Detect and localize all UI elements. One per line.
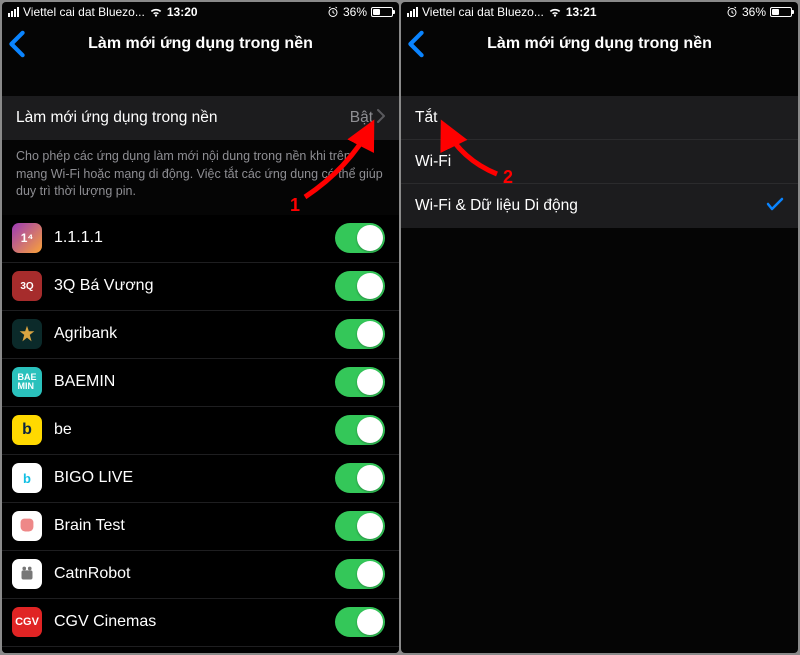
status-bar: Viettel cai dat Bluezo... 13:20 36% [2, 2, 399, 22]
nav-bar: Làm mới ứng dụng trong nền [2, 22, 399, 66]
wifi-icon [149, 6, 163, 18]
carrier-label: Viettel cai dat Bluezo... [23, 5, 145, 19]
option-row[interactable]: Wi-Fi [401, 140, 798, 184]
checkmark-icon [766, 197, 784, 216]
phone-right: Viettel cai dat Bluezo... 13:21 36% Làm … [401, 2, 798, 653]
chevron-right-icon [377, 109, 385, 128]
toggle-switch[interactable] [335, 511, 385, 541]
back-button[interactable] [407, 30, 425, 63]
carrier-label: Viettel cai dat Bluezo... [422, 5, 544, 19]
app-row: CGV CGV Cinemas [2, 599, 399, 647]
battery-pct: 36% [343, 5, 367, 19]
app-name: CGV Cinemas [54, 613, 335, 631]
toggle-switch[interactable] [335, 415, 385, 445]
option-label: Wi-Fi [415, 153, 784, 171]
signal-icon [8, 7, 19, 17]
app-name: CatnRobot [54, 565, 335, 583]
app-row: 3Q 3Q Bá Vương [2, 263, 399, 311]
app-icon: b [12, 415, 42, 445]
app-icon: b [12, 463, 42, 493]
app-row: 1⁴ 1.1.1.1 [2, 215, 399, 263]
toggle-switch[interactable] [335, 223, 385, 253]
toggle-switch[interactable] [335, 367, 385, 397]
toggle-switch[interactable] [335, 271, 385, 301]
app-name: 3Q Bá Vương [54, 277, 335, 295]
time-label: 13:21 [566, 5, 597, 19]
app-icon [12, 559, 42, 589]
app-name: Agribank [54, 325, 335, 343]
app-name: BAEMIN [54, 373, 335, 391]
app-icon: 1⁴ [12, 223, 42, 253]
toggle-switch[interactable] [335, 319, 385, 349]
setting-value: Bật [350, 109, 373, 127]
page-title: Làm mới ứng dụng trong nền [487, 35, 712, 53]
alarm-icon [726, 6, 738, 18]
app-row: b BIGO LIVE [2, 455, 399, 503]
app-list: 1⁴1.1.1.13Q3Q Bá VươngAgribankBAEMINBAEM… [2, 215, 399, 654]
option-row[interactable]: Wi-Fi & Dữ liệu Di động [401, 184, 798, 228]
app-icon [12, 319, 42, 349]
app-row: Brain Test [2, 503, 399, 551]
app-name: BIGO LIVE [54, 469, 335, 487]
nav-bar: Làm mới ứng dụng trong nền [401, 22, 798, 66]
app-row: BAEMIN BAEMIN [2, 359, 399, 407]
option-row[interactable]: Tắt [401, 96, 798, 140]
toggle-switch[interactable] [335, 463, 385, 493]
back-button[interactable] [8, 30, 26, 63]
time-label: 13:20 [167, 5, 198, 19]
option-list: Tắt Wi-Fi Wi-Fi & Dữ liệu Di động [401, 96, 798, 228]
page-title: Làm mới ứng dụng trong nền [88, 35, 313, 53]
option-label: Wi-Fi & Dữ liệu Di động [415, 197, 766, 215]
wifi-icon [548, 6, 562, 18]
app-name: 1.1.1.1 [54, 229, 335, 247]
battery-pct: 36% [742, 5, 766, 19]
app-row: bbe [2, 407, 399, 455]
app-row: Drive [2, 647, 399, 654]
battery-icon [371, 7, 393, 17]
signal-icon [407, 7, 418, 17]
option-label: Tắt [415, 109, 784, 127]
app-row: Agribank [2, 311, 399, 359]
setting-footer: Cho phép các ứng dụng làm mới nội dung t… [2, 140, 399, 215]
app-name: be [54, 421, 335, 439]
app-name: Brain Test [54, 517, 335, 535]
setting-label: Làm mới ứng dụng trong nền [16, 109, 350, 127]
background-refresh-row[interactable]: Làm mới ứng dụng trong nền Bật [2, 96, 399, 140]
app-row: CatnRobot [2, 551, 399, 599]
battery-icon [770, 7, 792, 17]
app-icon: 3Q [12, 271, 42, 301]
toggle-switch[interactable] [335, 607, 385, 637]
app-icon: CGV [12, 607, 42, 637]
app-icon: BAEMIN [12, 367, 42, 397]
toggle-switch[interactable] [335, 559, 385, 589]
alarm-icon [327, 6, 339, 18]
status-bar: Viettel cai dat Bluezo... 13:21 36% [401, 2, 798, 22]
app-icon [12, 511, 42, 541]
phone-left: Viettel cai dat Bluezo... 13:20 36% Làm … [2, 2, 399, 653]
